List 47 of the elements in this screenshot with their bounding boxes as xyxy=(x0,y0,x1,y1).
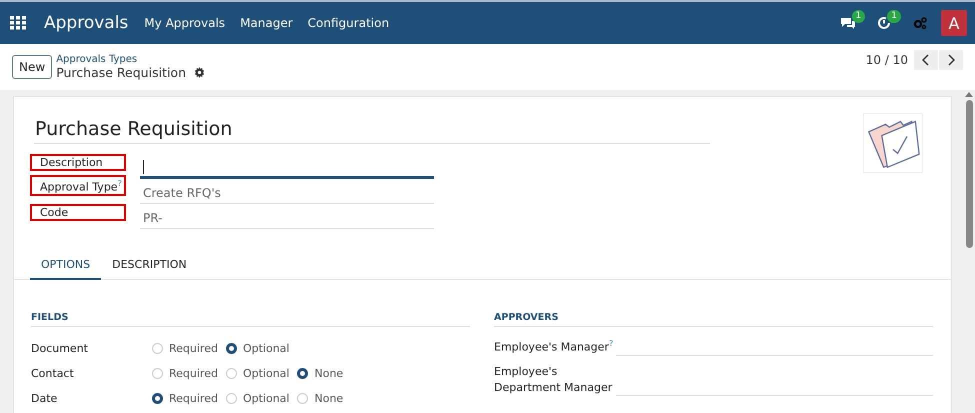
menu-item[interactable]: My Approvals xyxy=(144,16,226,30)
menu-item[interactable]: Manager xyxy=(240,16,293,30)
option-label: Date xyxy=(31,392,58,405)
field-label: Approval Type$^{?}$ xyxy=(30,175,126,196)
count-badge: 1 xyxy=(887,10,901,23)
radio-label[interactable]: Required xyxy=(169,342,218,355)
radio-label[interactable]: Required xyxy=(169,392,218,405)
radio-label[interactable]: Optional xyxy=(242,367,290,380)
apps-menu-icon[interactable] xyxy=(10,16,26,30)
field-label: Code xyxy=(30,204,126,221)
folder-check-icon xyxy=(863,113,923,173)
radio-label[interactable]: Optional xyxy=(242,342,290,355)
field-label: Employee's Department Manager xyxy=(494,364,614,396)
previous-button[interactable] xyxy=(914,50,938,70)
user-avatar[interactable]: A xyxy=(941,10,967,36)
radio-button[interactable] xyxy=(297,368,308,379)
count-badge: 1 xyxy=(852,10,866,23)
section-heading: APPROVERS xyxy=(494,312,933,327)
chevron-left-icon xyxy=(922,54,930,66)
chevron-right-icon xyxy=(947,54,955,66)
radio-label[interactable]: Optional xyxy=(242,392,290,405)
radio-label[interactable]: Required xyxy=(169,367,218,380)
radio-label[interactable]: None xyxy=(314,392,344,405)
breadcrumb-title: Purchase Requisition xyxy=(56,65,186,80)
radio-button[interactable] xyxy=(226,343,237,354)
tab[interactable]: OPTIONS xyxy=(30,251,102,280)
new-button[interactable]: New xyxy=(12,55,52,79)
input-field[interactable]: Create RFQ's xyxy=(140,182,434,204)
option-label: Document xyxy=(31,342,89,355)
input-field[interactable]: PR- xyxy=(140,207,434,229)
section-heading: FIELDS xyxy=(31,312,470,327)
chat-icon[interactable] xyxy=(840,16,856,30)
menu-item[interactable]: Configuration xyxy=(308,16,390,30)
option-label: Contact xyxy=(31,367,75,380)
record-title: Purchase Requisition xyxy=(34,113,710,144)
breadcrumb-link[interactable]: Approvals Types xyxy=(56,54,205,65)
tab[interactable]: DESCRIPTION xyxy=(101,251,198,280)
pager-value: 10 / 10 xyxy=(866,53,908,67)
radio-button[interactable] xyxy=(152,393,163,404)
field-label: Employee's Manager$^{?}$ xyxy=(494,338,614,356)
settings-icon[interactable] xyxy=(194,67,205,78)
radio-label[interactable]: None xyxy=(314,367,344,380)
field-label: Description xyxy=(30,154,126,171)
next-button[interactable] xyxy=(939,50,963,70)
app-name[interactable]: Approvals xyxy=(44,13,128,33)
input-field[interactable] xyxy=(140,157,434,179)
clock-icon[interactable] xyxy=(877,16,892,30)
